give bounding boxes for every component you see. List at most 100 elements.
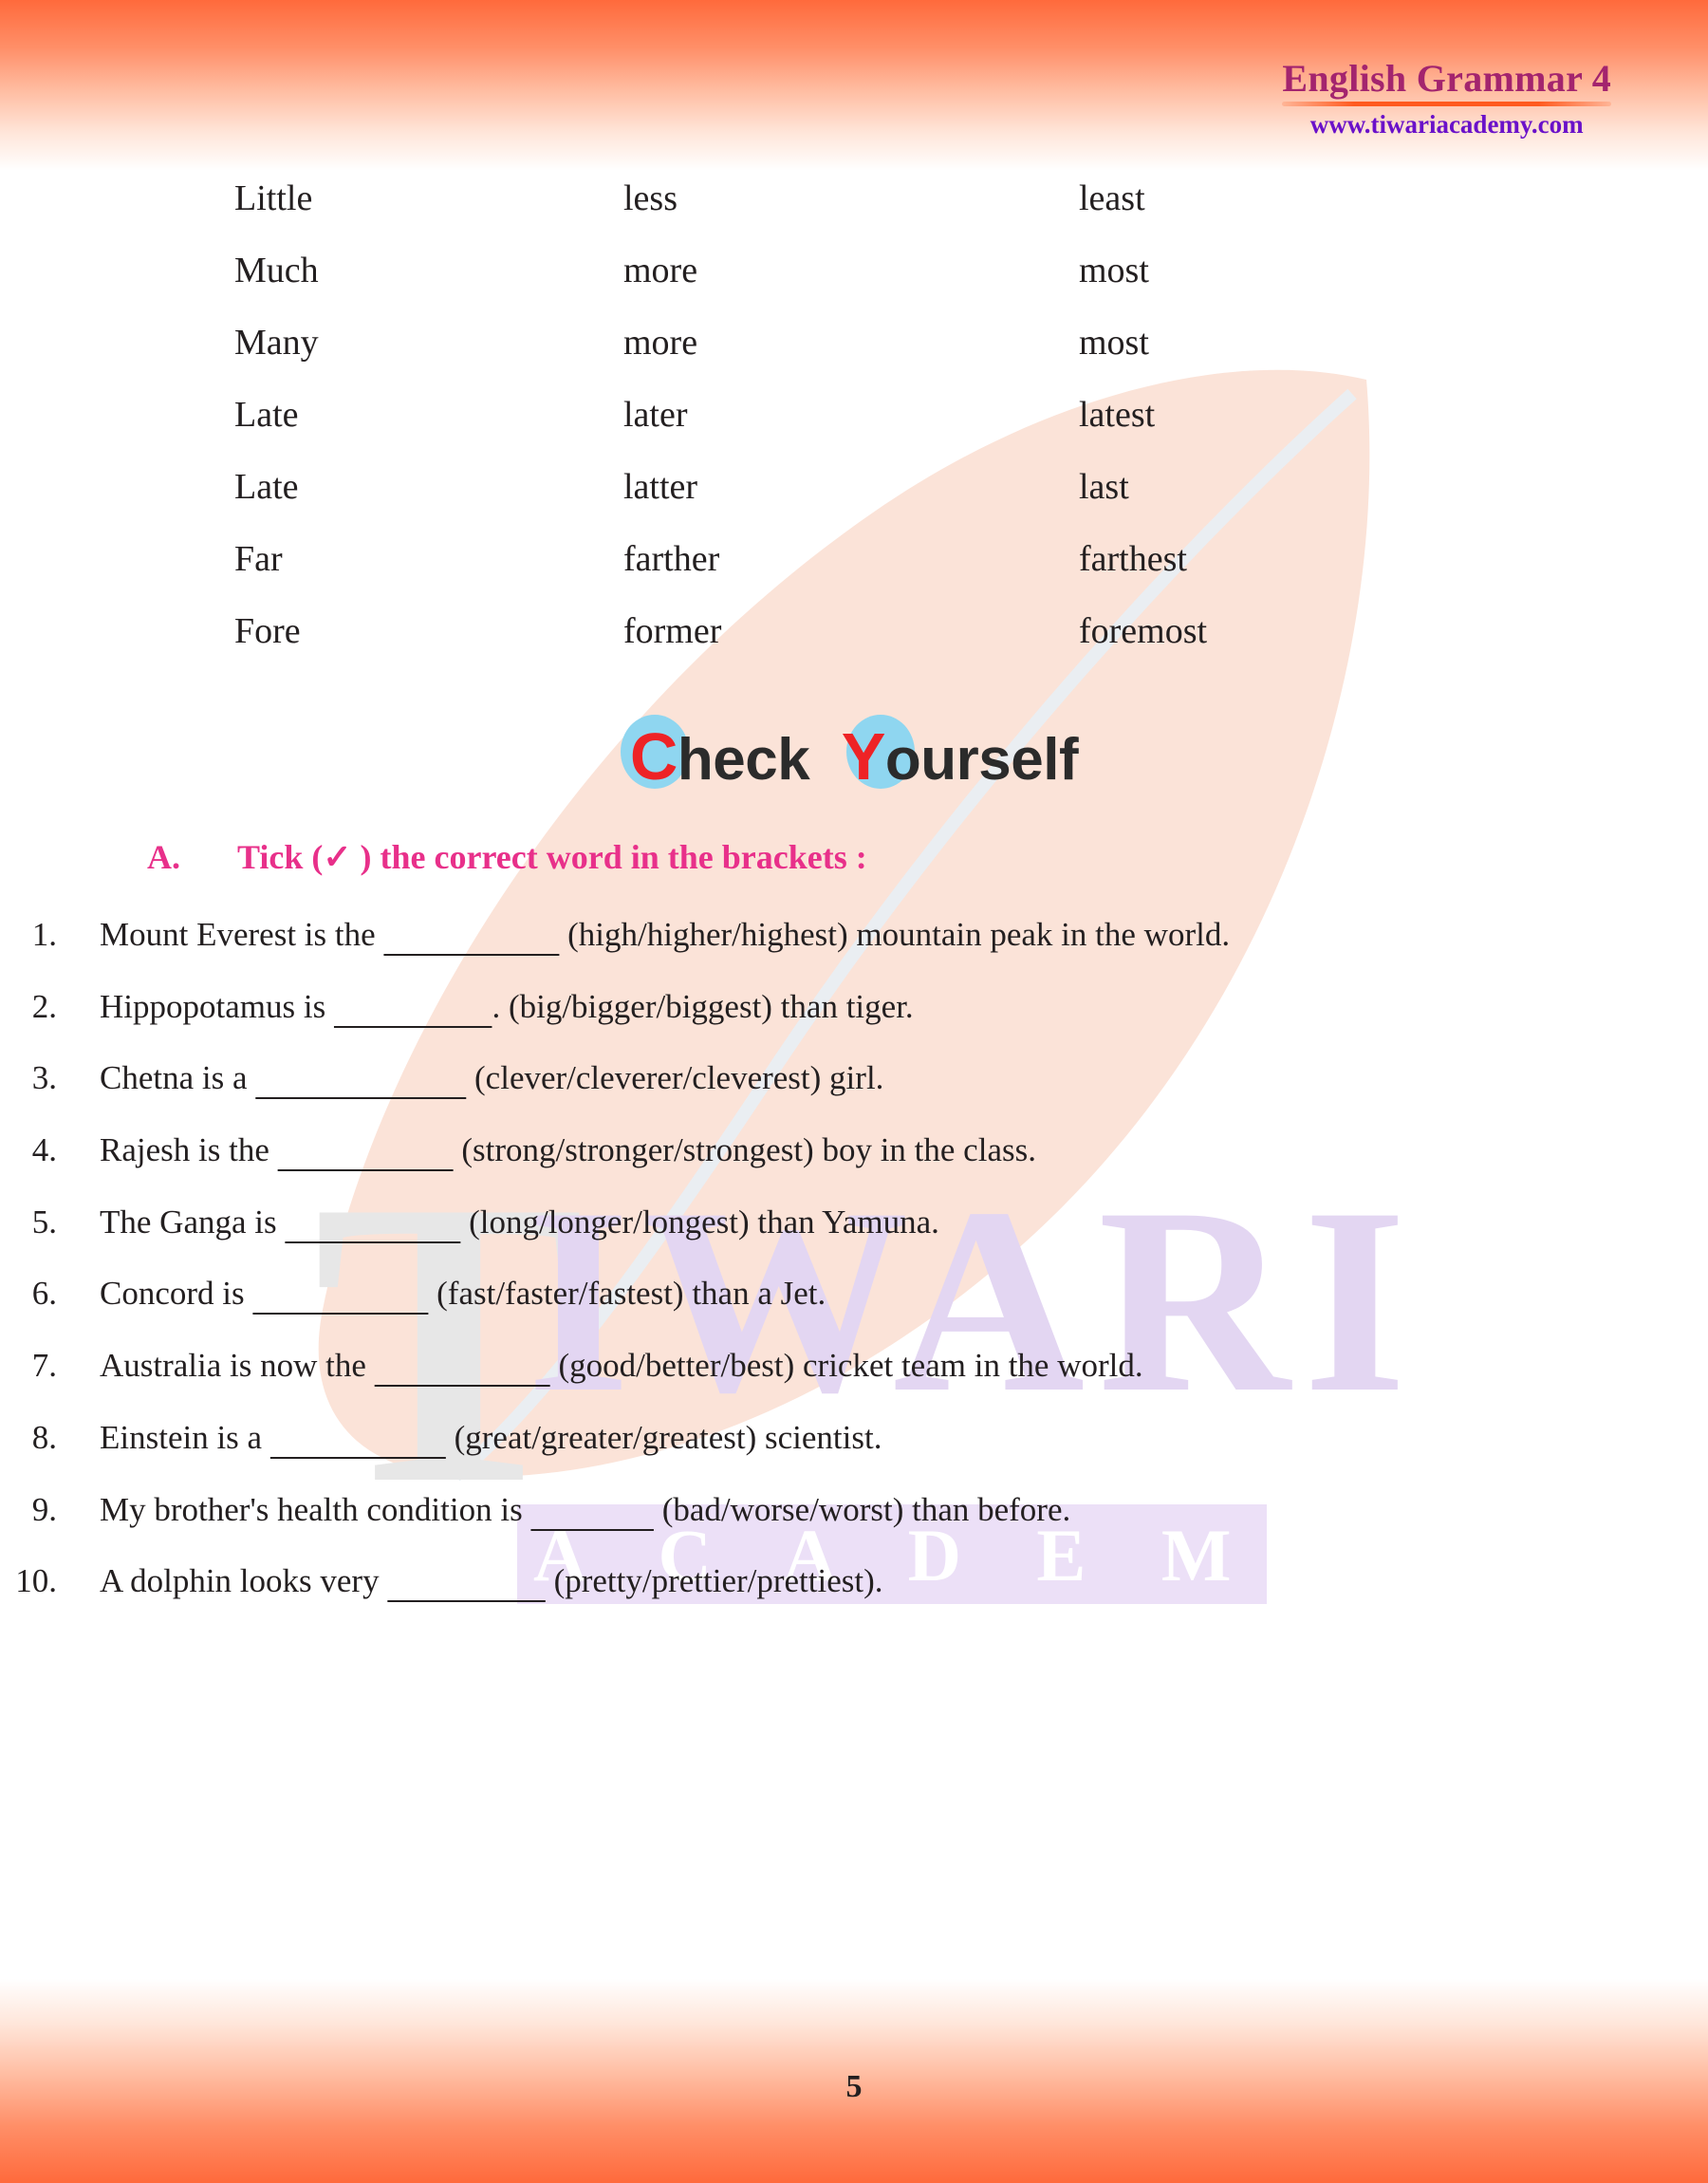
question-number: 2.	[31, 987, 57, 1025]
table-row: Far farther farthest	[234, 541, 1373, 613]
table-cell-comparative: latter	[623, 467, 698, 507]
table-cell-positive: Much	[234, 251, 319, 290]
question-prefix: Concord is	[100, 1275, 253, 1313]
question-number: 6.	[31, 1275, 57, 1313]
check-rest: heck	[677, 727, 810, 793]
table-cell-comparative: later	[623, 395, 688, 435]
table-cell-positive: Many	[234, 323, 319, 363]
question-options: (good/better/best) cricket team in the w…	[549, 1347, 1143, 1385]
table-cell-comparative: more	[623, 251, 698, 290]
website-link[interactable]: www.tiwariacademy.com	[1282, 110, 1611, 140]
question-options: . (big/bigger/biggest) than tiger.	[492, 987, 914, 1025]
table-cell-comparative: more	[623, 323, 698, 363]
table-cell-superlative: most	[1079, 251, 1149, 290]
yourself-initial: Y	[841, 719, 886, 793]
question-prefix: Australia is now the	[100, 1347, 375, 1385]
question-number: 10.	[15, 1562, 57, 1600]
table-cell-positive: Late	[234, 395, 299, 435]
question-text: Hippopotamus is _________. (big/bigger/b…	[100, 983, 1338, 1031]
table-cell-positive: Little	[234, 178, 313, 218]
worksheet-page: T IWARI A C A D E M Y English Grammar 4 …	[0, 0, 1708, 2183]
table-row: Fore former foremost	[234, 613, 1373, 685]
page-header: English Grammar 4 www.tiwariacademy.com	[1282, 59, 1611, 140]
question-item: 9. My brother's health condition is _____…	[0, 1486, 1708, 1534]
question-prefix: Einstein is a	[100, 1418, 270, 1456]
question-options: (pretty/prettier/prettiest).	[545, 1562, 883, 1600]
answer-blank[interactable]: __________	[270, 1419, 446, 1456]
question-list: 1. Mount Everest is the __________ (high/…	[0, 911, 1708, 1630]
question-prefix: Hippopotamus is	[100, 987, 334, 1025]
answer-blank[interactable]: __________	[278, 1131, 454, 1168]
question-text: My brother's health condition is _______…	[100, 1486, 1338, 1534]
question-number: 9.	[31, 1490, 57, 1528]
table-cell-superlative: latest	[1079, 395, 1156, 435]
question-number: 4.	[31, 1131, 57, 1169]
question-item: 1. Mount Everest is the __________ (high/…	[0, 911, 1708, 959]
question-item: 7. Australia is now the __________ (good/…	[0, 1342, 1708, 1390]
table-cell-comparative: less	[623, 178, 678, 218]
question-item: 8. Einstein is a __________ (great/greate…	[0, 1414, 1708, 1462]
table-row: Many more most	[234, 325, 1373, 397]
answer-blank[interactable]: _______	[530, 1491, 654, 1528]
section-instruction: Tick (✓ ) the correct word in the bracke…	[237, 838, 867, 876]
degrees-of-comparison-table: Little less least Much more most Many more most L…	[234, 180, 1373, 685]
answer-blank[interactable]: __________	[383, 916, 559, 953]
header-divider	[1282, 102, 1611, 106]
question-text: Mount Everest is the __________ (high/hi…	[100, 911, 1338, 959]
answer-blank[interactable]: _________	[334, 988, 492, 1025]
table-row: Little less least	[234, 180, 1373, 252]
question-options: (clever/cleverer/cleverest) girl.	[466, 1059, 884, 1097]
question-options: (long/longer/longest) than Yamuna.	[460, 1203, 939, 1241]
table-cell-positive: Fore	[234, 611, 301, 651]
question-number: 7.	[31, 1347, 57, 1385]
table-cell-comparative: former	[623, 611, 722, 651]
question-number: 3.	[31, 1059, 57, 1097]
question-number: 1.	[31, 916, 57, 953]
question-text: Rajesh is the __________ (strong/stronge…	[100, 1127, 1338, 1174]
answer-blank[interactable]: __________	[285, 1203, 460, 1241]
table-cell-positive: Late	[234, 467, 299, 507]
page-title: English Grammar 4	[1282, 57, 1611, 100]
table-cell-superlative: farthest	[1079, 539, 1187, 579]
table-cell-superlative: last	[1079, 467, 1129, 507]
question-number: 5.	[31, 1203, 57, 1241]
question-text: Australia is now the __________ (good/be…	[100, 1342, 1338, 1390]
table-cell-superlative: least	[1079, 178, 1145, 218]
table-cell-superlative: most	[1079, 323, 1149, 363]
question-text: Einstein is a __________ (great/greater/…	[100, 1414, 1338, 1462]
question-options: (fast/faster/fastest) than a Jet.	[428, 1275, 826, 1313]
question-text: Concord is __________ (fast/faster/faste…	[100, 1270, 1338, 1317]
question-number: 8.	[31, 1418, 57, 1456]
yourself-rest: ourself	[884, 727, 1079, 793]
question-text: The Ganga is __________ (long/longer/lon…	[100, 1199, 1338, 1246]
answer-blank[interactable]: __________	[252, 1275, 428, 1312]
question-prefix: Mount Everest is the	[100, 916, 384, 953]
question-item: 10. A dolphin looks very _________ (prett…	[0, 1558, 1708, 1605]
question-prefix: The Ganga is	[100, 1203, 286, 1241]
table-row: Late later latest	[234, 397, 1373, 469]
question-prefix: Rajesh is the	[100, 1131, 278, 1169]
check-yourself-heading: Check Yourself	[0, 715, 1708, 793]
question-prefix: A dolphin looks very	[100, 1562, 388, 1600]
answer-blank[interactable]: ____________	[255, 1059, 466, 1096]
check-initial: C	[629, 719, 678, 793]
section-a-heading: A. Tick (✓ ) the correct word in the bra…	[147, 840, 1570, 874]
table-cell-comparative: farther	[623, 539, 720, 579]
question-item: 6. Concord is __________ (fast/faster/fas…	[0, 1270, 1708, 1317]
question-item: 5. The Ganga is __________ (long/longer/l…	[0, 1199, 1708, 1246]
question-item: 2. Hippopotamus is _________. (big/bigger…	[0, 983, 1708, 1031]
question-item: 3. Chetna is a ____________ (clever/cleve…	[0, 1054, 1708, 1102]
question-item: 4. Rajesh is the __________ (strong/stron…	[0, 1127, 1708, 1174]
answer-blank[interactable]: _________	[387, 1562, 546, 1599]
table-row: Late latter last	[234, 469, 1373, 541]
table-cell-superlative: foremost	[1079, 611, 1208, 651]
answer-blank[interactable]: __________	[375, 1347, 550, 1384]
question-text: Chetna is a ____________ (clever/clevere…	[100, 1054, 1338, 1102]
table-cell-positive: Far	[234, 539, 283, 579]
question-options: (high/higher/highest) mountain peak in t…	[559, 916, 1231, 953]
question-text: A dolphin looks very _________ (pretty/p…	[100, 1558, 1338, 1605]
page-number: 5	[845, 2069, 863, 2104]
question-options: (bad/worse/worst) than before.	[653, 1490, 1071, 1528]
section-letter: A.	[147, 838, 180, 876]
question-prefix: Chetna is a	[100, 1059, 256, 1097]
